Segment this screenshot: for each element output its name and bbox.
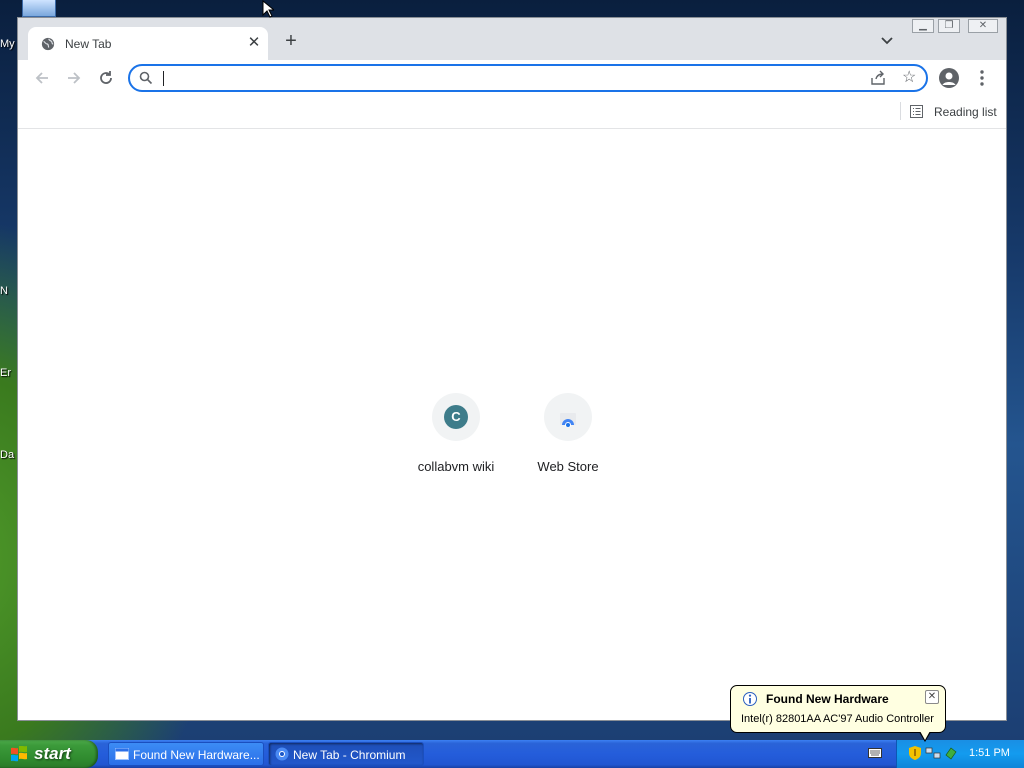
globe-icon (41, 37, 55, 51)
desktop-icon-label[interactable]: My (0, 38, 15, 50)
security-shield-icon[interactable] (909, 746, 921, 760)
desktop-icon-label[interactable]: N (0, 285, 8, 297)
tab-new-tab[interactable]: New Tab ✕ (28, 27, 268, 60)
mouse-cursor-icon (262, 0, 274, 18)
notification-balloon[interactable]: Found New Hardware Intel(r) 82801AA AC'9… (730, 685, 946, 742)
desktop-icon[interactable] (22, 0, 56, 17)
bookmark-star-icon[interactable]: ☆ (902, 69, 916, 87)
menu-button[interactable] (976, 68, 988, 88)
omnibox[interactable]: ☆ (128, 64, 928, 92)
balloon-message: Intel(r) 82801AA AC'97 Audio Controller (741, 713, 934, 725)
forward-button[interactable] (64, 68, 84, 88)
window-icon (115, 748, 129, 760)
taskbar-item-label: New Tab - Chromium (293, 748, 406, 762)
arrow-left-icon (35, 72, 48, 84)
taskbar-item-chromium[interactable]: New Tab - Chromium (268, 742, 424, 766)
shortcut-icon-container: C (432, 393, 480, 441)
reading-list-label: Reading list (934, 105, 997, 119)
chromium-icon (275, 747, 289, 761)
tab-strip: New Tab ✕ + ▁ ❐ ✕ (18, 18, 1006, 60)
hardware-icon[interactable] (944, 746, 958, 760)
start-button[interactable]: start (0, 740, 98, 768)
windows-logo-icon (11, 746, 27, 762)
maximize-button[interactable]: ❐ (938, 19, 960, 33)
info-icon (743, 692, 757, 706)
chevron-down-icon[interactable] (880, 34, 894, 48)
person-icon (942, 72, 956, 85)
start-label: start (34, 744, 71, 763)
profile-avatar[interactable] (939, 68, 959, 88)
text-caret (163, 71, 164, 86)
search-icon (139, 71, 153, 85)
new-tab-button[interactable]: + (282, 31, 300, 51)
reload-icon (100, 71, 112, 84)
back-button[interactable] (32, 68, 52, 88)
reload-button[interactable] (96, 68, 116, 88)
shortcut-label: collabvm wiki (417, 459, 495, 474)
clock[interactable]: 1:51 PM (969, 747, 1010, 759)
balloon-tail-fill (920, 731, 930, 740)
browser-window: New Tab ✕ + ▁ ❐ ✕ ☆ Reading list C colla… (17, 17, 1007, 721)
balloon-title: Found New Hardware (766, 692, 889, 706)
close-window-button[interactable]: ✕ (968, 19, 998, 33)
desktop-icon-label[interactable]: Er (0, 367, 11, 379)
bookmark-bar: Reading list (18, 96, 1006, 129)
share-icon[interactable] (870, 70, 886, 86)
balloon-close-icon[interactable]: ✕ (925, 690, 939, 704)
shortcut-label: Web Store (537, 459, 599, 474)
tab-title: New Tab (65, 37, 112, 51)
shortcut-tile[interactable]: C collabvm wiki (400, 393, 512, 483)
reading-list-icon (910, 105, 923, 118)
keyboard-icon[interactable] (868, 748, 882, 758)
network-icon[interactable] (925, 747, 941, 759)
shortcut-tile[interactable]: Web Store (512, 393, 624, 483)
system-tray: 1:51 PM (896, 740, 1024, 768)
tab-close-icon[interactable]: ✕ (246, 35, 262, 51)
arrow-right-icon (68, 72, 81, 84)
toolbar: ☆ (18, 60, 1006, 96)
divider (900, 102, 901, 120)
shortcut-icon-container (544, 393, 592, 441)
web-store-icon (560, 413, 576, 427)
new-tab-page: C collabvm wiki Web Store (18, 129, 1006, 720)
shortcut-letter-icon: C (444, 405, 468, 429)
desktop-icon-label[interactable]: Da (0, 449, 14, 461)
omnibox-input[interactable] (160, 69, 850, 87)
taskbar: start Found New Hardware... New Tab - Ch… (0, 740, 1024, 768)
taskbar-item-label: Found New Hardware... (133, 748, 260, 762)
taskbar-item-found-new-hardware[interactable]: Found New Hardware... (108, 742, 264, 766)
more-vertical-icon (980, 70, 984, 86)
minimize-button[interactable]: ▁ (912, 19, 934, 33)
